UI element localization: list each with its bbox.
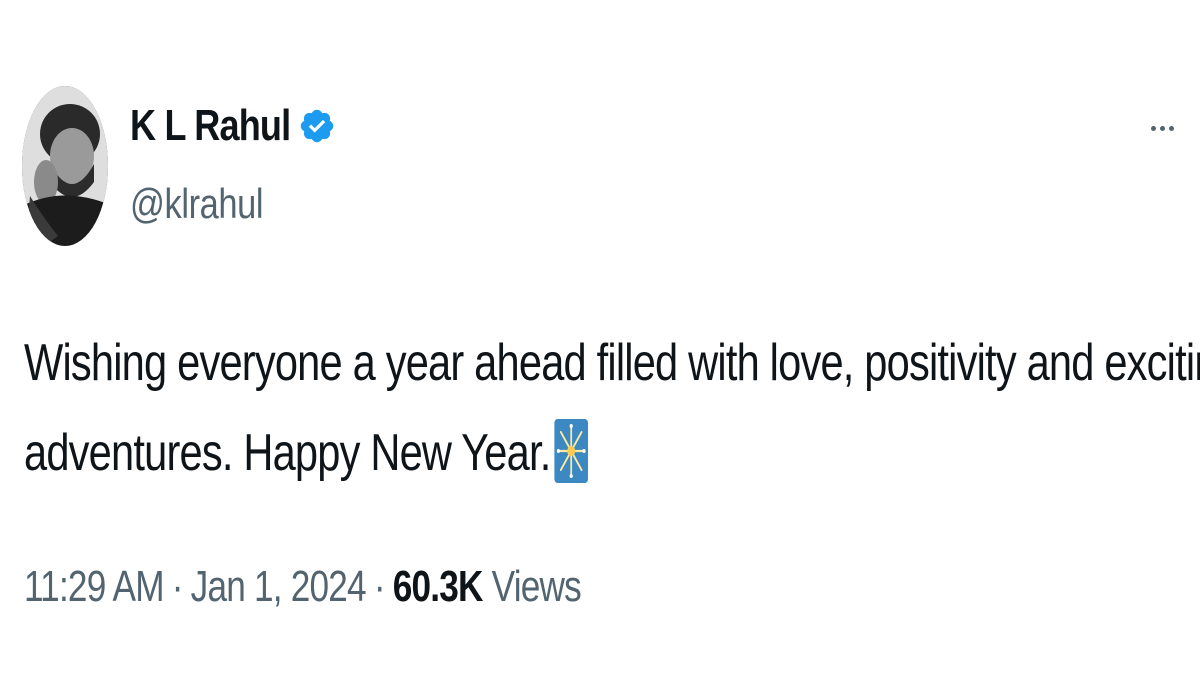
tweet-date[interactable]: Jan 1, 2024	[191, 562, 367, 611]
verified-badge-icon	[298, 107, 336, 145]
more-dot	[1150, 125, 1156, 131]
author-name-row: K L Rahul	[130, 100, 336, 152]
tweet-text-line: Wishing everyone a year ahead filled wit…	[24, 334, 1200, 392]
views-count: 60.3K	[392, 562, 484, 611]
more-options-button[interactable]	[1142, 114, 1182, 142]
avatar[interactable]	[22, 86, 108, 246]
views-label: Views	[491, 562, 582, 611]
more-dot	[1168, 125, 1174, 131]
avatar-photo	[22, 86, 108, 246]
sparkler-icon	[554, 418, 589, 484]
author-handle[interactable]: @klrahul	[130, 180, 264, 228]
tweet-text: Wishing everyone a year ahead filled wit…	[24, 318, 1200, 498]
meta-separator: ·	[373, 562, 386, 611]
meta-separator: ·	[171, 562, 184, 611]
tweet-text-line: adventures. Happy New Year.	[24, 424, 551, 482]
tweet-card: K L Rahul @klrahul Wishing everyone a ye…	[0, 0, 1200, 675]
more-dot	[1159, 125, 1165, 131]
tweet-time[interactable]: 11:29 AM	[24, 562, 165, 611]
tweet-meta: 11:29 AM · Jan 1, 2024 · 60.3K Views	[24, 562, 582, 612]
author-display-name[interactable]: K L Rahul	[130, 101, 291, 151]
tweet-text-line-with-emoji: adventures. Happy New Year.	[24, 408, 1136, 498]
